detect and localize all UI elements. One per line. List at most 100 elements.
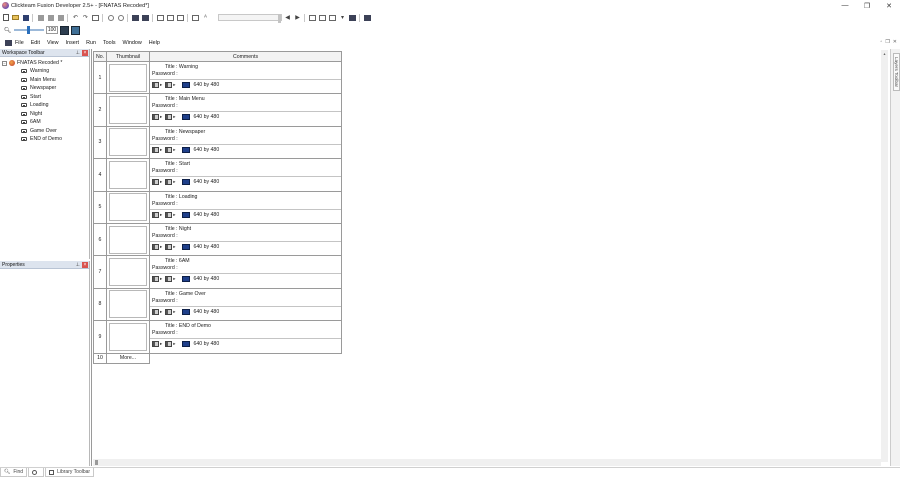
fade-in-icon[interactable] <box>152 82 159 88</box>
zoom-slider-thumb[interactable] <box>27 26 30 34</box>
data-elements-button[interactable] <box>176 13 185 22</box>
monitor-icon[interactable] <box>181 211 190 218</box>
fade-out-icon[interactable] <box>165 179 173 186</box>
tree-frame-warning[interactable]: Warning <box>2 67 89 76</box>
next-frame-button[interactable]: ▶ <box>293 13 302 22</box>
horizontal-scrollbar[interactable] <box>93 459 881 466</box>
fade-out-icon[interactable] <box>165 243 173 250</box>
clock-tab[interactable] <box>28 468 45 477</box>
fade-out-icon[interactable] <box>165 82 173 88</box>
menu-view[interactable]: View <box>47 40 59 46</box>
align-button[interactable] <box>328 13 337 22</box>
table-row[interactable]: 4 Title : Start Password : ▸ ▸ 640 by 480 <box>93 158 342 192</box>
vertical-scrollbar[interactable]: ▴ <box>881 50 888 462</box>
document-minimize-icon[interactable]: ▫ <box>881 39 883 45</box>
text-tool-button[interactable]: ᴬ <box>201 13 210 22</box>
run-frame-button[interactable] <box>106 13 115 22</box>
paste-button[interactable] <box>56 13 65 22</box>
fade-out-icon[interactable] <box>165 146 173 153</box>
comments-cell[interactable]: Title : Start Password : ▸ ▸ 640 by 480 <box>149 158 342 192</box>
fade-in-icon[interactable] <box>152 276 159 283</box>
comments-cell[interactable]: Title : 6AM Password : ▸ ▸ 640 by 480 <box>149 255 342 289</box>
frame-editor-button[interactable] <box>141 13 150 22</box>
menu-edit[interactable]: Edit <box>31 40 40 46</box>
table-row[interactable]: 9 Title : END of Demo Password : ▸ ▸ 640 by 4… <box>93 320 342 354</box>
comments-cell[interactable]: Title : Newspaper Password : ▸ ▸ 640 by 480 <box>149 125 342 160</box>
document-close-icon[interactable]: ✕ <box>893 39 897 45</box>
document-restore-icon[interactable]: ❐ <box>885 39 889 45</box>
tree-frame-start[interactable]: Start <box>2 93 89 102</box>
redo-button[interactable]: ↷ <box>81 13 90 22</box>
close-icon[interactable]: × <box>82 261 88 268</box>
copy-button[interactable] <box>46 13 55 22</box>
thumbnail-cell[interactable] <box>106 320 150 354</box>
storyboard-editor-button[interactable] <box>131 13 140 22</box>
new-file-button[interactable] <box>1 13 10 22</box>
maximize-button[interactable]: ❐ <box>856 0 878 11</box>
tree-root-application[interactable]: − FNATAS Recoded * <box>2 59 89 67</box>
menu-run[interactable]: Run <box>86 40 96 46</box>
fade-in-icon[interactable] <box>152 308 159 315</box>
frame-thumbnail[interactable] <box>109 128 147 157</box>
fade-out-icon[interactable] <box>165 308 173 315</box>
comments-cell[interactable]: Title : Game Over Password : ▸ ▸ 640 by 480 <box>149 287 342 322</box>
monitor-icon[interactable] <box>181 308 190 315</box>
scroll-up-icon[interactable]: ▴ <box>881 50 888 56</box>
align-dropdown[interactable]: ▾ <box>338 13 347 22</box>
fade-in-icon[interactable] <box>152 341 159 348</box>
monitor-icon[interactable] <box>181 341 190 348</box>
thumbnail-cell[interactable] <box>106 287 150 322</box>
monitor-icon[interactable] <box>181 114 190 121</box>
frame-thumbnail[interactable] <box>109 290 147 319</box>
monitor-icon[interactable] <box>181 276 190 283</box>
thumbnail-cell[interactable] <box>106 125 150 160</box>
menu-tools[interactable]: Tools <box>103 40 116 46</box>
single-pane-view-button[interactable] <box>60 25 69 35</box>
menu-window[interactable]: Window <box>123 40 142 46</box>
table-row[interactable]: 2 Title : Main Menu Password : ▸ ▸ 640 by 480 <box>93 93 342 127</box>
thumbnail-cell[interactable] <box>106 158 150 192</box>
table-row[interactable]: 5 Title : Loading Password : ▸ ▸ 640 by 480 <box>93 190 342 224</box>
thumbnail-cell[interactable] <box>106 93 150 127</box>
zoom-button[interactable]: 🔍︎ <box>3 26 12 35</box>
comments-cell[interactable]: Title : Night Password : ▸ ▸ 640 by 480 <box>149 222 342 257</box>
find-tab[interactable]: 🔍︎ Find <box>0 468 28 477</box>
pin-icon[interactable]: ⊥ <box>76 50 80 56</box>
table-row[interactable]: 3 Title : Newspaper Password : ▸ ▸ 640 by 480 <box>93 125 342 160</box>
comments-cell[interactable]: Title : Loading Password : ▸ ▸ 640 by 480 <box>149 190 342 224</box>
build-button[interactable] <box>363 13 372 22</box>
event-list-button[interactable] <box>166 13 175 22</box>
frame-selector[interactable] <box>218 14 282 23</box>
frame-thumbnail[interactable] <box>109 63 147 92</box>
tree-frame-main-menu[interactable]: Main Menu <box>2 76 89 85</box>
tree-frame-newspaper[interactable]: Newspaper <box>2 84 89 93</box>
previous-frame-button[interactable]: ◀ <box>283 13 292 22</box>
save-button[interactable] <box>21 13 30 22</box>
fade-out-icon[interactable] <box>165 211 173 218</box>
tree-frame-end-of-demo[interactable]: END of Demo <box>2 135 89 144</box>
cut-button[interactable] <box>36 13 45 22</box>
close-button[interactable]: ✕ <box>878 0 900 11</box>
display-button[interactable] <box>348 13 357 22</box>
frame-thumbnail[interactable] <box>109 96 147 125</box>
comments-cell[interactable]: Title : Main Menu Password : ▸ ▸ 640 by 480 <box>149 93 342 127</box>
minimize-button[interactable]: — <box>834 0 856 11</box>
fade-out-icon[interactable] <box>165 276 173 283</box>
thumbnail-cell[interactable] <box>106 222 150 257</box>
menu-insert[interactable]: Insert <box>66 40 79 46</box>
close-icon[interactable]: × <box>82 49 88 56</box>
fade-in-icon[interactable] <box>152 243 159 250</box>
expression-editor-button[interactable] <box>191 13 200 22</box>
thumbnail-cell[interactable] <box>106 190 150 224</box>
fade-in-icon[interactable] <box>152 179 159 186</box>
monitor-icon[interactable] <box>181 146 190 153</box>
table-row[interactable]: 1 Title : Warning Password : ▸ ▸ 640 by 480 <box>93 60 342 95</box>
pin-icon[interactable]: ⊥ <box>76 262 80 268</box>
frame-thumbnail[interactable] <box>109 160 147 189</box>
table-row[interactable]: 8 Title : Game Over Password : ▸ ▸ 640 by 480 <box>93 287 342 322</box>
frame-thumbnail[interactable] <box>109 322 147 351</box>
tree-frame-game-over[interactable]: Game Over <box>2 127 89 136</box>
horizontal-scroll-thumb[interactable] <box>95 460 98 465</box>
frame-thumbnail[interactable] <box>109 258 147 287</box>
layers-toolbar-tab[interactable]: Layers Toolbar <box>893 53 900 91</box>
